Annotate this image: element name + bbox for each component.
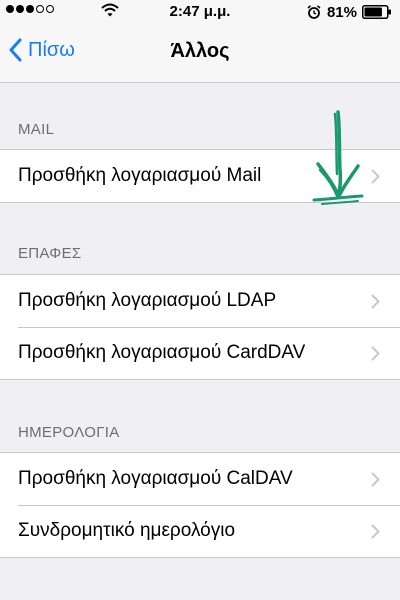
alarm-clock-icon — [307, 5, 321, 19]
status-bar: 2:47 μ.μ. 81% — [0, 0, 400, 24]
add-caldav-account-row[interactable]: Προσθήκη λογαριασμού CalDAV — [0, 453, 400, 505]
navigation-bar: Πίσω Άλλος — [0, 24, 400, 83]
chevron-right-icon — [371, 472, 380, 487]
row-label: Προσθήκη λογαριασμού Mail — [18, 165, 262, 186]
chevron-right-icon — [371, 294, 380, 309]
row-label: Προσθήκη λογαριασμού CalDAV — [18, 468, 293, 489]
chevron-right-icon — [371, 524, 380, 539]
subscribed-calendar-row[interactable]: Συνδρομητικό ημερολόγιο — [0, 505, 400, 557]
group-contacts: Προσθήκη λογαριασμού LDAP Προσθήκη λογαρ… — [0, 274, 400, 380]
chevron-right-icon — [371, 346, 380, 361]
add-ldap-account-row[interactable]: Προσθήκη λογαριασμού LDAP — [0, 275, 400, 327]
row-label: Προσθήκη λογαριασμού LDAP — [18, 290, 277, 311]
row-label: Συνδρομητικό ημερολόγιο — [18, 520, 236, 541]
section-header-calendars: ΗΜΕΡΟΛΟΓΙΑ — [18, 424, 120, 441]
group-calendars: Προσθήκη λογαριασμού CalDAV Συνδρομητικό… — [0, 452, 400, 558]
section-header-mail: MAIL — [18, 121, 55, 138]
section-header-contacts: ΕΠΑΦΕΣ — [18, 245, 82, 262]
add-carddav-account-row[interactable]: Προσθήκη λογαριασμού CardDAV — [0, 327, 400, 379]
row-label: Προσθήκη λογαριασμού CardDAV — [18, 342, 306, 363]
battery-icon — [362, 5, 391, 19]
page-title: Άλλος — [170, 40, 230, 62]
chevron-right-icon — [371, 169, 380, 184]
annotation-arrow-icon — [312, 110, 364, 205]
battery-percentage: 81% — [326, 3, 357, 21]
